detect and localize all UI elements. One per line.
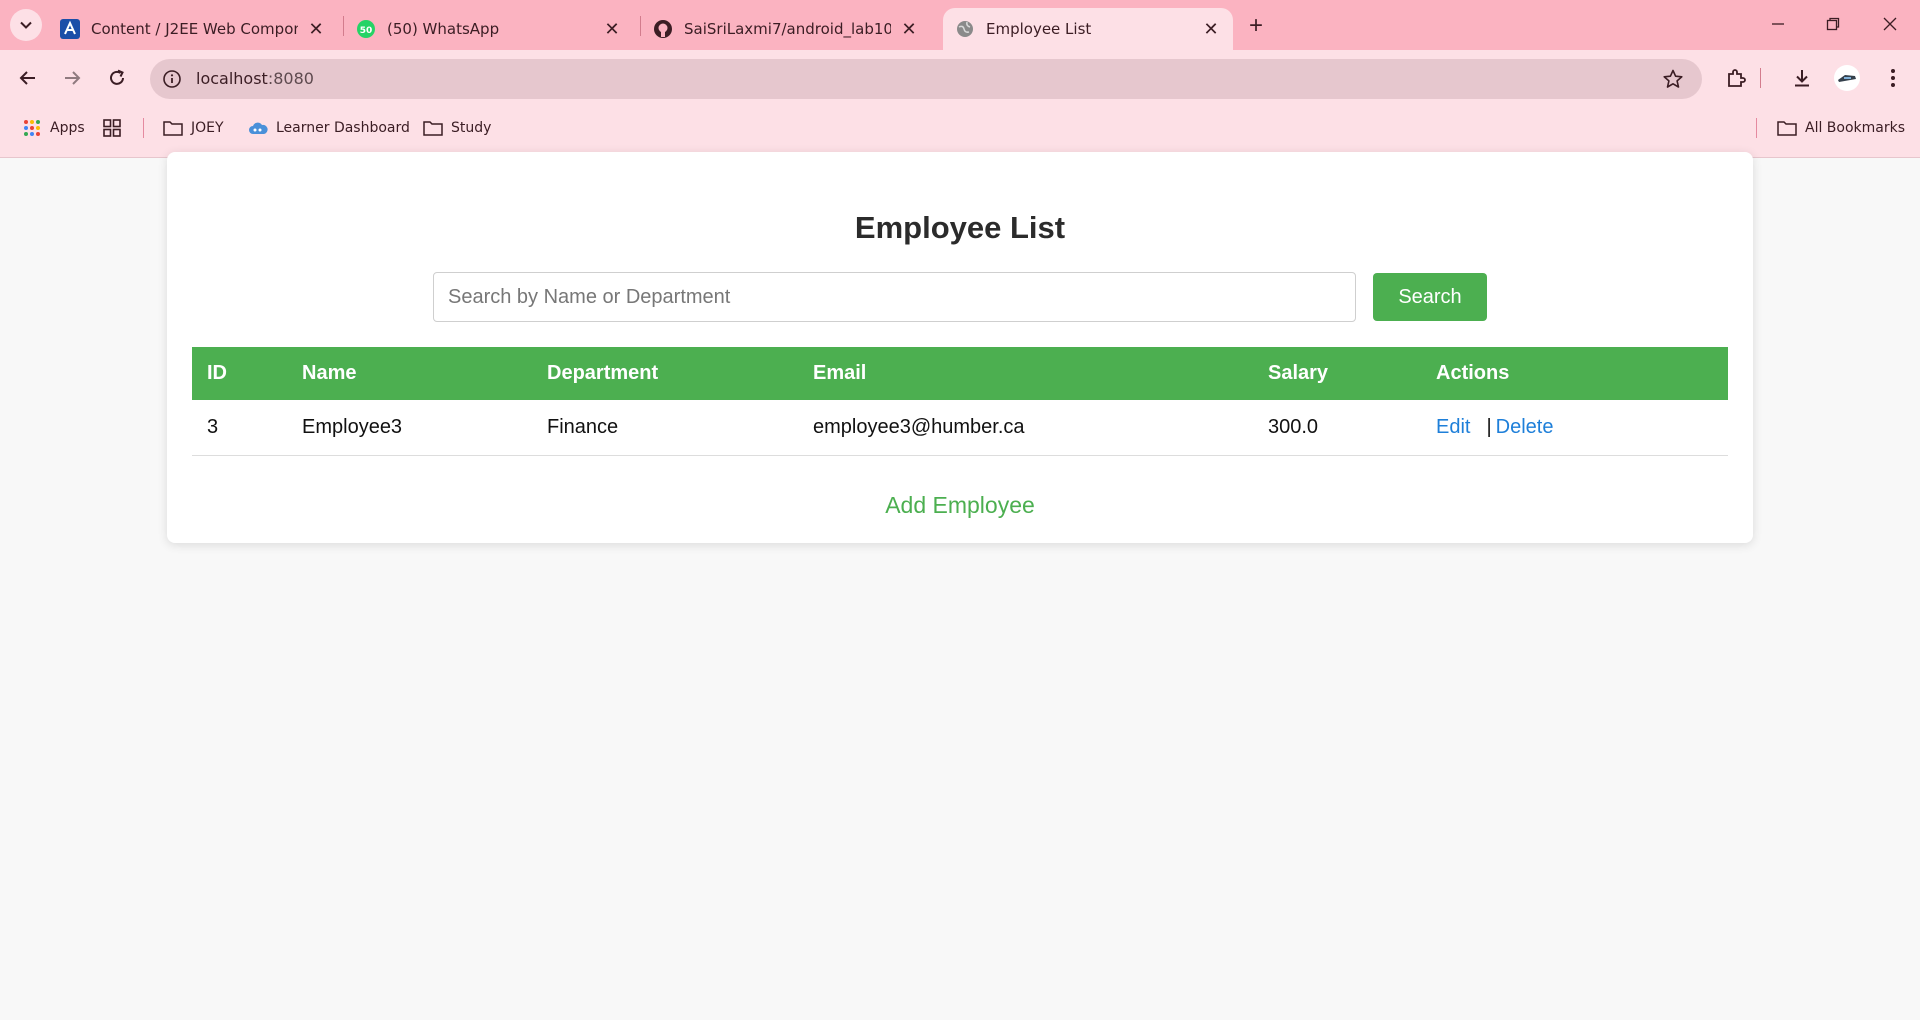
address-bar[interactable]: localhost:8080 <box>150 59 1702 99</box>
a-logo-icon <box>60 19 80 39</box>
url-port: :8080 <box>267 69 314 88</box>
minimize-icon <box>1772 23 1784 25</box>
chevron-down-icon <box>20 21 32 29</box>
restore-button[interactable] <box>1813 6 1853 42</box>
tab-whatsapp[interactable]: 50 (50) WhatsApp ✕ <box>344 8 634 50</box>
whatsapp-badge: 50 <box>360 26 373 36</box>
github-icon <box>653 19 673 39</box>
close-window-button[interactable] <box>1870 6 1910 42</box>
tab-strip: Content / J2EE Web Componen ✕ 50 (50) Wh… <box>0 0 1920 50</box>
tab-title: Employee List <box>986 20 1092 38</box>
close-icon <box>1883 17 1897 31</box>
folder-icon <box>423 119 443 137</box>
header-name: Name <box>287 347 532 400</box>
table-row: 3 Employee3 Finance employee3@humber.ca … <box>192 400 1728 456</box>
table-header-row: ID Name Department Email Salary Actions <box>192 347 1728 400</box>
bookmark-tab-groups[interactable] <box>102 116 130 140</box>
bookmark-label: Study <box>451 120 492 136</box>
reload-button[interactable] <box>99 60 135 96</box>
header-email: Email <box>798 347 1253 400</box>
tab-title: Content / J2EE Web Componen <box>91 20 298 38</box>
all-bookmarks-label: All Bookmarks <box>1805 120 1906 136</box>
bookmark-learner-dashboard[interactable]: Learner Dashboard <box>248 116 410 140</box>
tab-title: (50) WhatsApp <box>387 20 500 38</box>
page-title: Employee List <box>854 210 1066 245</box>
globe-icon <box>955 19 975 39</box>
back-button[interactable] <box>10 60 46 96</box>
extensions-button[interactable] <box>1720 62 1752 94</box>
tab-employee-list[interactable]: Employee List ✕ <box>943 8 1233 50</box>
cell-department: Finance <box>532 400 798 456</box>
cell-actions: Edit | Delete <box>1421 400 1728 456</box>
more-vert-icon <box>1891 69 1895 87</box>
info-icon[interactable] <box>162 69 182 89</box>
tab-github[interactable]: SaiSriLaxmi7/android_lab10: Th ✕ <box>641 8 931 50</box>
bookmarks-bar: Apps JOEY Learner Dashboard Study All Bo… <box>0 110 1920 146</box>
all-bookmarks[interactable]: All Bookmarks <box>1777 116 1905 140</box>
header-salary: Salary <box>1253 347 1421 400</box>
restore-icon <box>1826 17 1840 31</box>
search-button[interactable]: Search <box>1373 273 1487 321</box>
tab-content-j2ee[interactable]: Content / J2EE Web Componen ✕ <box>48 8 338 50</box>
bookmark-apps[interactable]: Apps <box>22 116 85 140</box>
edit-link[interactable]: Edit <box>1436 416 1470 438</box>
close-icon[interactable]: ✕ <box>602 19 622 40</box>
bookmark-divider <box>143 118 144 138</box>
bookmark-label: Apps <box>50 120 85 136</box>
avatar <box>1834 65 1860 91</box>
employee-table: ID Name Department Email Salary Actions … <box>192 347 1728 456</box>
bookmark-label: JOEY <box>191 120 224 136</box>
profile-button[interactable] <box>1831 62 1863 94</box>
bookmark-divider <box>1756 118 1757 138</box>
close-icon[interactable]: ✕ <box>306 19 326 40</box>
downloads-button[interactable] <box>1786 62 1818 94</box>
toolbar-divider <box>1760 68 1761 88</box>
apps-grid-icon <box>22 119 42 137</box>
tab-groups-icon <box>102 119 122 137</box>
menu-button[interactable] <box>1877 62 1909 94</box>
add-employee-link[interactable]: Add Employee <box>167 492 1753 519</box>
whatsapp-icon: 50 <box>356 19 376 39</box>
cell-salary: 300.0 <box>1253 400 1421 456</box>
search-input[interactable] <box>433 272 1356 322</box>
new-tab-button[interactable]: + <box>1242 12 1270 40</box>
bookmark-star-icon[interactable] <box>1662 68 1684 90</box>
header-id: ID <box>192 347 287 400</box>
action-separator: | <box>1486 415 1492 438</box>
cell-email: employee3@humber.ca <box>798 400 1253 456</box>
bookmark-study[interactable]: Study <box>423 116 491 140</box>
browser-toolbar: localhost:8080 Apps JOEY Learner Dashboa… <box>0 50 1920 158</box>
url-text: localhost:8080 <box>196 69 314 88</box>
minimize-button[interactable] <box>1758 6 1798 42</box>
download-icon <box>1795 70 1809 87</box>
reload-icon <box>110 69 124 85</box>
forward-arrow-icon <box>65 71 81 85</box>
back-arrow-icon <box>19 71 35 85</box>
forward-button[interactable] <box>54 60 90 96</box>
header-actions: Actions <box>1421 347 1728 400</box>
header-department: Department <box>532 347 798 400</box>
cloud-icon <box>248 119 268 137</box>
bookmark-joey[interactable]: JOEY <box>163 116 224 140</box>
delete-link[interactable]: Delete <box>1496 416 1554 438</box>
url-host: localhost <box>196 69 268 88</box>
tab-title: SaiSriLaxmi7/android_lab10: Th <box>684 20 891 38</box>
close-icon[interactable]: ✕ <box>899 19 919 40</box>
cell-id: 3 <box>192 400 287 456</box>
close-icon[interactable]: ✕ <box>1201 19 1221 40</box>
bookmark-label: Learner Dashboard <box>276 120 410 136</box>
folder-icon <box>1777 119 1797 137</box>
tab-search-button[interactable] <box>10 9 42 41</box>
employee-card: Employee List Search ID Name Department … <box>167 152 1753 543</box>
puzzle-icon <box>1728 69 1746 87</box>
cell-name: Employee3 <box>287 400 532 456</box>
folder-icon <box>163 119 183 137</box>
